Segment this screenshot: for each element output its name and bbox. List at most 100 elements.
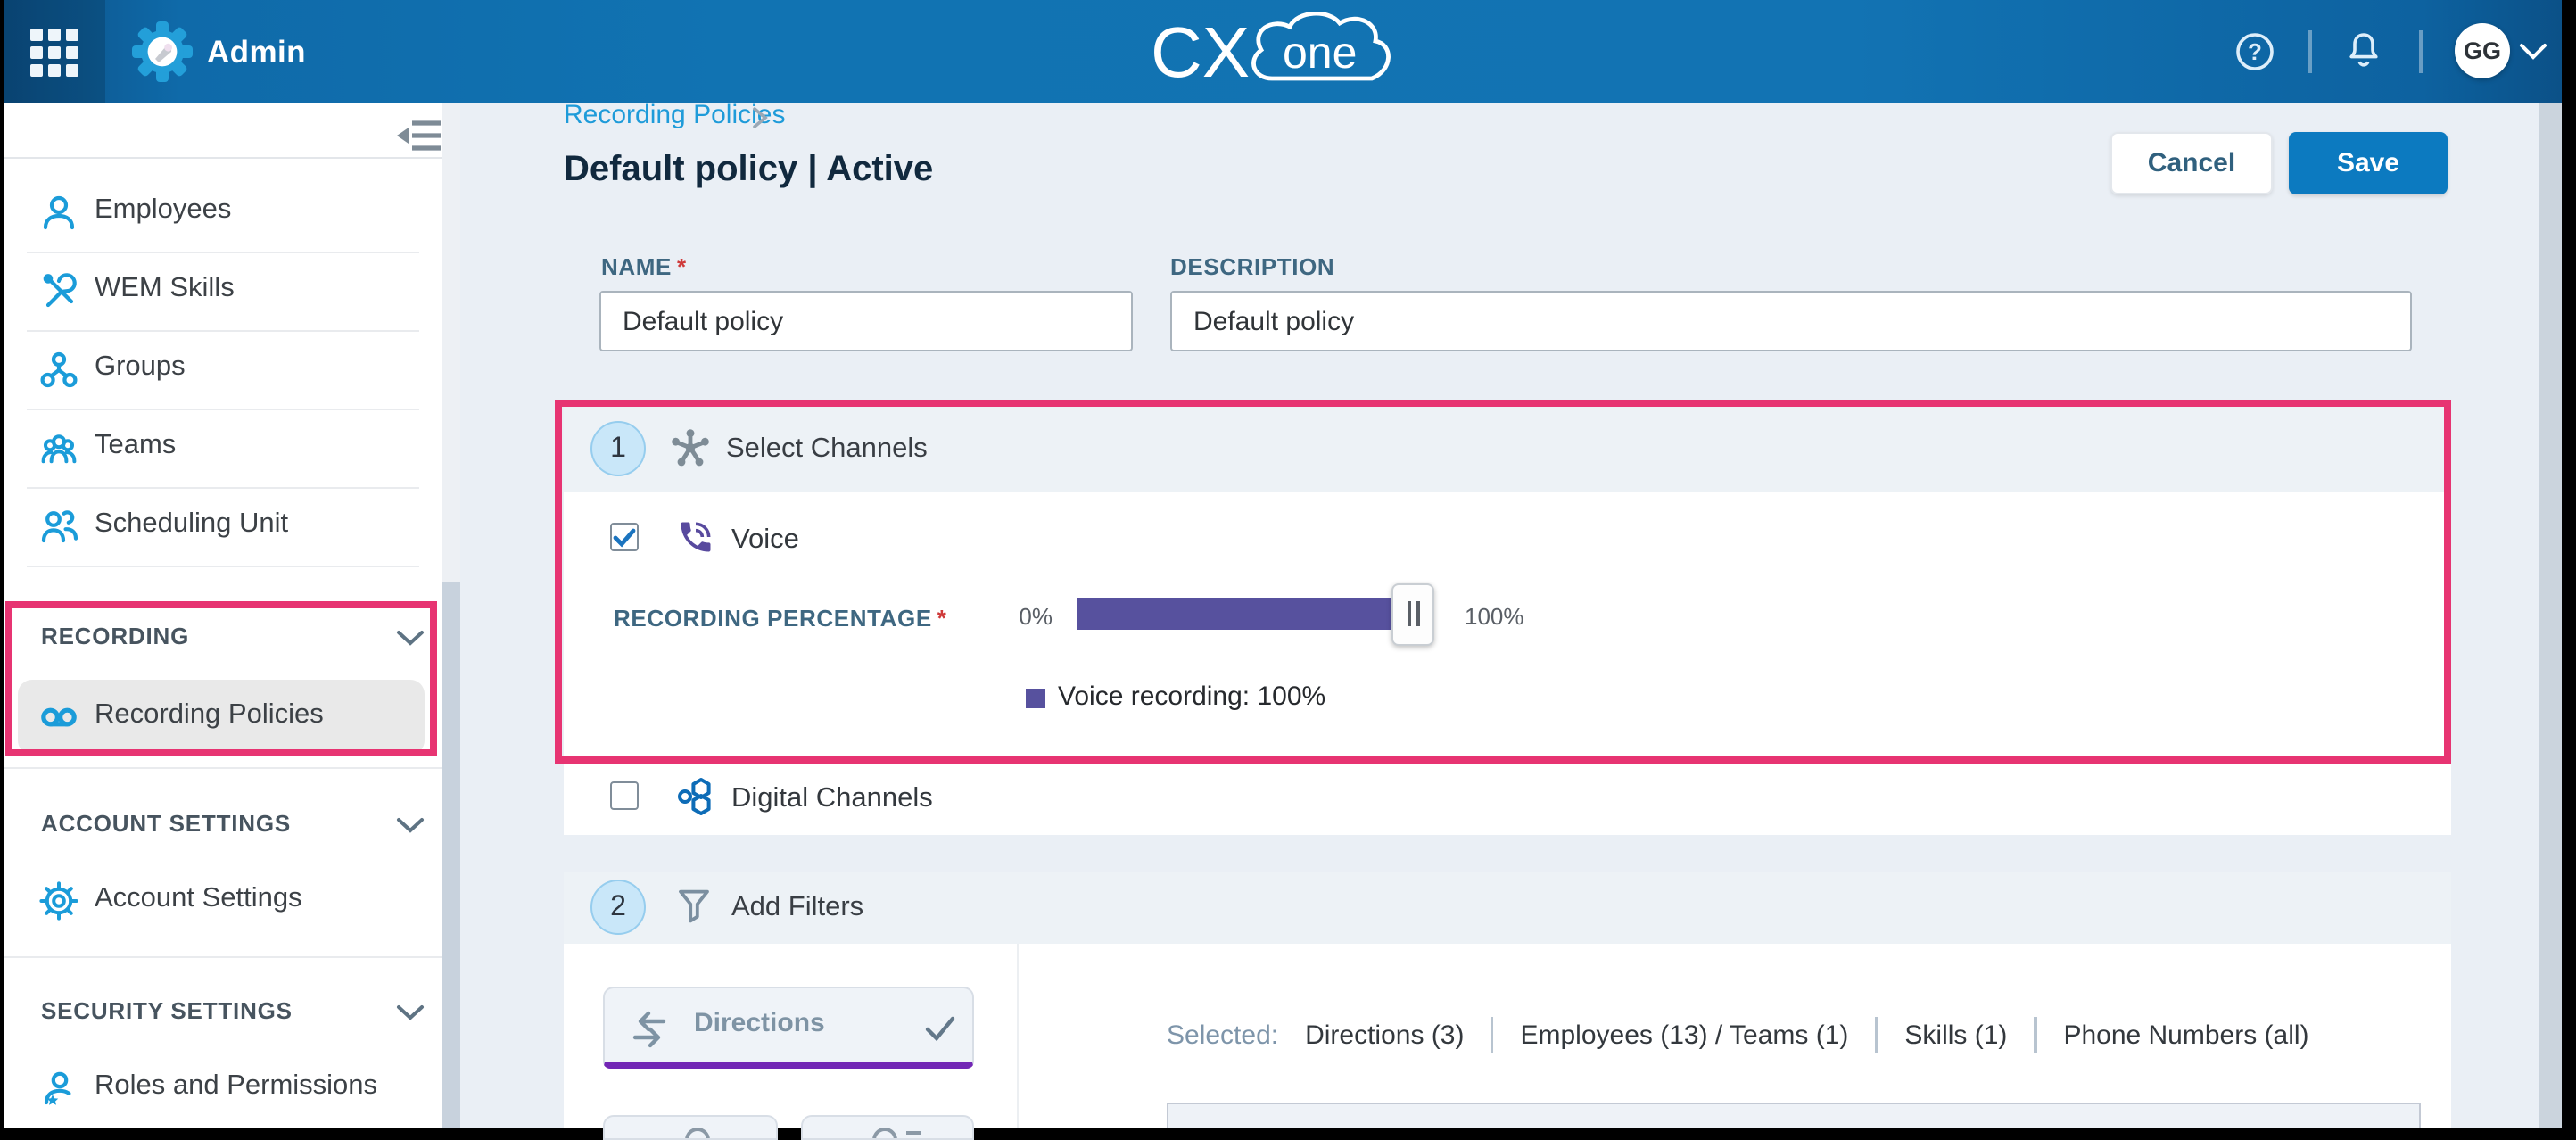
selected-employees-teams[interactable]: Employees (13) / Teams (1) [1520,1020,1848,1050]
channels-hub-icon [671,428,710,467]
slider-handle[interactable] [1391,582,1434,645]
svg-text:?: ? [2248,38,2262,65]
chevron-down-icon [396,817,425,833]
divider [4,157,442,159]
cxone-logo-cx-text: CX [1151,12,1250,91]
checkmark-icon [612,525,637,549]
tab-directions-label: Directions [694,1008,825,1038]
tools-icon [39,271,78,310]
sidebar-item-wem-skills[interactable]: WEM Skills [4,252,442,330]
sidebar-collapse-icon[interactable] [394,118,442,153]
sidebar-item-label: Teams [95,430,176,462]
recording-percentage-label: RECORDING PERCENTAGE* [614,605,947,632]
save-button[interactable]: Save [2289,132,2448,194]
voice-phone-icon [676,517,715,557]
page-title: Default policy | Active [564,150,933,191]
voicemail-icon [39,698,78,737]
divider [27,566,419,567]
digital-checkbox[interactable] [610,781,639,810]
sidebar-item-label: WEM Skills [95,273,235,305]
name-field-label: NAME* [601,253,687,280]
sidebar-item-teams[interactable]: Teams [4,409,442,487]
directions-arrows-icon [630,1010,669,1049]
slider-max-label: 100% [1465,603,1524,630]
recording-percentage-slider[interactable] [1077,598,1413,630]
avatar-chevron-down-icon[interactable] [2519,43,2547,61]
separator [2034,1017,2036,1053]
cancel-button[interactable]: Cancel [2110,132,2273,194]
name-input[interactable] [599,291,1133,351]
sidebar-item-label: Recording Policies [95,699,324,731]
sidebar-item-employees[interactable]: Employees [4,173,442,252]
screen-edge-right [2561,0,2576,1128]
digital-channels-label: Digital Channels [731,783,933,815]
sidebar-item-roles-permissions[interactable]: Roles and Permissions [4,1049,442,1128]
separator [1490,1017,1493,1053]
avatar[interactable]: GG [2455,23,2510,78]
two-people-icon [39,507,78,546]
main-scrollbar[interactable] [2539,103,2561,1128]
gear-icon [39,881,78,921]
sidebar-item-account-settings[interactable]: Account Settings [4,862,442,940]
tab-skills-partial[interactable] [801,1115,974,1140]
voice-label: Voice [731,525,799,557]
slider-fill [1077,598,1413,630]
legend-text: Voice recording: 100% [1058,682,1325,712]
slider-min-label: 0% [1010,603,1053,630]
scrollbar-thumb[interactable] [442,582,459,1128]
app-launcher-button[interactable] [4,0,105,103]
screen-edge-left [0,0,4,1128]
help-icon[interactable]: ? [2233,30,2276,73]
divider [4,956,442,958]
person-icon [39,193,78,232]
topbar-separator [2419,30,2422,73]
topbar-separator [2308,30,2311,73]
top-bar: Admin CX one ? GG [0,0,2576,103]
selected-phone-numbers[interactable]: Phone Numbers (all) [2063,1020,2308,1050]
sidebar-item-label: Account Settings [95,883,302,915]
voice-checkbox[interactable] [610,523,639,551]
avatar-initials: GG [2464,37,2501,64]
add-filters-title: Add Filters [731,892,863,924]
sidebar-item-scheduling-unit[interactable]: Scheduling Unit [4,487,442,566]
chevron-down-icon [396,630,425,646]
grid-menu-icon [30,28,78,76]
admin-gear-logo-icon [132,21,193,82]
people-group-icon [39,428,78,467]
required-asterisk: * [677,253,687,280]
description-field-label: DESCRIPTION [1170,253,1334,280]
selected-skills[interactable]: Skills (1) [1904,1020,2007,1050]
required-asterisk: * [937,605,947,632]
section-label: RECORDING [41,623,189,649]
step-badge-1: 1 [590,421,646,476]
sidebar-section-recording[interactable]: RECORDING [4,610,442,664]
sidebar-item-label: Employees [95,194,231,227]
sidebar-item-label: Scheduling Unit [95,508,288,541]
select-channels-title: Select Channels [726,434,928,466]
divider [4,767,442,769]
section-label: ACCOUNT SETTINGS [41,810,291,837]
breadcrumb-chevron-icon [751,105,769,130]
sidebar-item-label: Groups [95,351,186,384]
step-badge-2: 2 [590,880,646,935]
tab-selected-check-icon [922,1010,958,1045]
tab-directions[interactable]: Directions [603,987,974,1069]
selected-label: Selected: [1167,1020,1278,1050]
description-input[interactable] [1170,291,2412,351]
sidebar-item-groups[interactable]: Groups [4,330,442,409]
filter-funnel-icon [674,887,714,926]
sidebar-item-recording-policies[interactable]: Recording Policies [4,678,442,756]
sidebar-section-account-settings[interactable]: ACCOUNT SETTINGS [4,797,442,851]
person-star-icon [39,1069,78,1108]
selected-filters-summary: Selected: Directions (3) Employees (13) … [1167,1017,2309,1053]
separator [1875,1017,1878,1053]
chevron-down-icon [396,1004,425,1020]
hierarchy-icon [39,350,78,389]
notifications-bell-icon[interactable] [2342,29,2385,71]
sidebar-section-security-settings[interactable]: SECURITY SETTINGS [4,985,442,1038]
filter-detail-panel-partial [1167,1103,2421,1128]
tab-employees-partial[interactable] [603,1115,778,1140]
sidebar-scrollbar[interactable] [442,103,459,1128]
app-title: Admin [207,34,306,71]
selected-directions[interactable]: Directions (3) [1305,1020,1464,1050]
